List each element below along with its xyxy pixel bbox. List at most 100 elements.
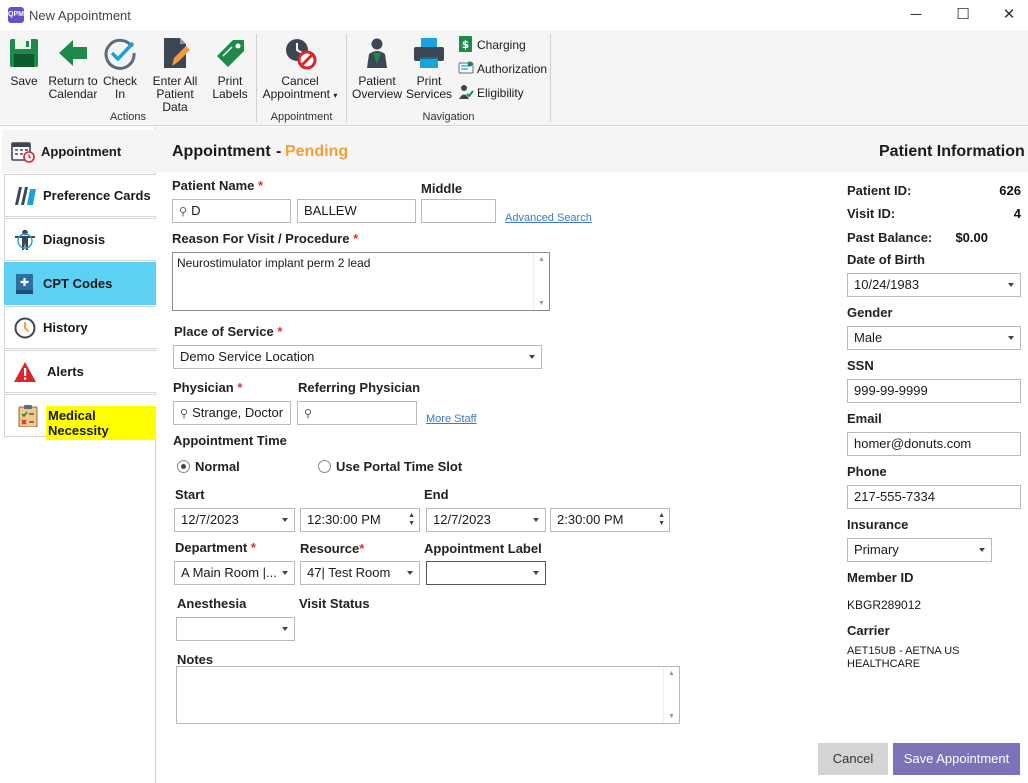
minimize-button[interactable]: ─ bbox=[894, 4, 938, 26]
check-in-button[interactable]: Check In bbox=[102, 36, 138, 101]
authorization-icon bbox=[458, 61, 474, 74]
authorization-label: Authorization bbox=[477, 62, 548, 76]
start-time-spinner[interactable]: 12:30:00 PM ▲ ▼ bbox=[300, 508, 420, 532]
patient-name-label-text: Patient Name bbox=[172, 178, 255, 193]
required-mark: * bbox=[258, 178, 264, 193]
print-labels-button[interactable]: Print Labels bbox=[210, 36, 250, 101]
place-of-service-select[interactable]: Demo Service Location bbox=[173, 345, 542, 369]
search-icon: ⚲ bbox=[180, 408, 189, 420]
portal-time-slot-label: Use Portal Time Slot bbox=[336, 459, 463, 474]
cancel-button[interactable]: Cancel bbox=[818, 743, 888, 775]
window-title: New Appointment bbox=[29, 8, 131, 23]
resource-select[interactable]: 47| Test Room bbox=[300, 561, 420, 585]
spinner-arrows-icon[interactable]: ▲ ▼ bbox=[658, 512, 665, 528]
anesthesia-select[interactable] bbox=[176, 617, 295, 641]
start-date-picker[interactable]: 12/7/2023 bbox=[174, 508, 295, 532]
reason-scrollbar[interactable]: ▲ ▼ bbox=[533, 253, 549, 310]
end-time-spinner[interactable]: 2:30:00 PM ▲ ▼ bbox=[550, 508, 670, 532]
maximize-button[interactable]: ☐ bbox=[941, 4, 985, 26]
sidebar-item-alerts[interactable]: Alerts bbox=[4, 350, 156, 393]
insurance-value: Primary bbox=[854, 542, 899, 557]
print-services-label-2: Services bbox=[405, 87, 452, 101]
check-in-label-2: In bbox=[114, 87, 125, 101]
notes-scrollbar[interactable]: ▲ ▼ bbox=[663, 667, 679, 723]
middle-label: Middle bbox=[421, 181, 463, 196]
visit-status-label: Visit Status bbox=[299, 596, 370, 611]
save-button[interactable]: Save bbox=[6, 36, 42, 88]
advanced-search-link[interactable]: Advanced Search bbox=[505, 212, 592, 224]
sidebar-item-medical-necessity[interactable]: Medical Necessity bbox=[4, 394, 156, 440]
page-title: Appointment bbox=[172, 143, 271, 160]
enter-all-patient-data-button[interactable]: Enter All Patient Data bbox=[143, 36, 207, 114]
patient-name-label: Patient Name * bbox=[172, 178, 263, 193]
tag-icon bbox=[217, 40, 244, 67]
required-mark: * bbox=[353, 231, 359, 246]
end-label: End bbox=[424, 487, 449, 502]
first-name-input[interactable]: ⚲ D bbox=[172, 199, 291, 223]
sidebar-item-appointment[interactable]: Appointment bbox=[2, 130, 158, 173]
physician-label-text: Physician bbox=[173, 380, 234, 395]
middle-name-input[interactable] bbox=[421, 199, 496, 223]
gender-select[interactable]: Male bbox=[847, 326, 1021, 350]
department-select[interactable]: A Main Room |... bbox=[174, 561, 295, 585]
ssn-label: SSN bbox=[847, 358, 874, 373]
print-services-button[interactable]: Print Services bbox=[405, 36, 453, 101]
scroll-down-icon: ▼ bbox=[538, 300, 545, 307]
patient-information-title: Patient Information bbox=[879, 143, 1025, 160]
cancel-appointment-button[interactable]: Cancel Appointment ▾ bbox=[262, 36, 338, 102]
chevron-down-icon bbox=[529, 355, 535, 359]
patient-icon bbox=[367, 38, 387, 68]
cancel-appointment-label-2: Appointment bbox=[262, 87, 331, 101]
portal-time-slot-radio[interactable] bbox=[318, 460, 331, 473]
place-of-service-label: Place of Service * bbox=[174, 324, 282, 339]
reason-label-text: Reason For Visit / Procedure bbox=[172, 231, 350, 246]
sidebar-item-diagnosis[interactable]: Diagnosis bbox=[4, 218, 156, 261]
sidebar-item-history[interactable]: History bbox=[4, 306, 156, 349]
title-bar bbox=[0, 0, 1028, 30]
reason-label: Reason For Visit / Procedure * bbox=[172, 231, 358, 246]
normal-radio[interactable] bbox=[177, 460, 190, 473]
chevron-down-icon bbox=[1008, 336, 1014, 340]
patient-overview-button[interactable]: Patient Overview bbox=[352, 36, 402, 101]
app-icon: QPM bbox=[8, 7, 24, 23]
scroll-down-icon: ▼ bbox=[668, 713, 675, 720]
referring-physician-input[interactable]: ⚲ bbox=[297, 401, 417, 425]
anesthesia-label: Anesthesia bbox=[177, 596, 247, 611]
sidebar-item-cpt-codes[interactable]: CPT Codes bbox=[4, 262, 156, 305]
reason-value: Neurostimulator implant perm 2 lead bbox=[177, 256, 371, 270]
reason-textarea[interactable]: Neurostimulator implant perm 2 lead ▲ ▼ bbox=[172, 252, 550, 311]
last-name-input[interactable]: BALLEW bbox=[297, 199, 416, 223]
sidebar-item-preference-cards[interactable]: Preference Cards bbox=[4, 174, 156, 217]
charging-button[interactable]: $ Charging bbox=[458, 35, 526, 55]
visit-id-label: Visit ID: bbox=[847, 206, 896, 221]
chevron-down-icon bbox=[407, 571, 413, 575]
eligibility-button[interactable]: Eligibility bbox=[458, 83, 524, 103]
resource-label: Resource* bbox=[300, 541, 364, 556]
ssn-input[interactable]: 999-99-9999 bbox=[847, 379, 1021, 403]
ribbon-separator bbox=[550, 34, 551, 122]
notes-textarea[interactable]: ▲ ▼ bbox=[176, 666, 680, 724]
carrier-value: AET15UB - AETNA US HEALTHCARE bbox=[847, 645, 960, 670]
close-window-button[interactable]: ✕ bbox=[987, 4, 1028, 26]
return-to-calendar-button[interactable]: Return to Calendar bbox=[46, 36, 100, 101]
past-balance-label: Past Balance: bbox=[847, 230, 933, 245]
dob-picker[interactable]: 10/24/1983 bbox=[847, 273, 1021, 297]
dob-value: 10/24/1983 bbox=[854, 277, 920, 292]
spinner-arrows-icon[interactable]: ▲ ▼ bbox=[408, 512, 415, 528]
insurance-select[interactable]: Primary bbox=[847, 538, 992, 562]
email-input[interactable]: homer@donuts.com bbox=[847, 432, 1021, 456]
print-labels-label-2: Labels bbox=[212, 87, 248, 101]
physician-input[interactable]: ⚲ Strange, Doctor bbox=[173, 401, 291, 425]
end-date-picker[interactable]: 12/7/2023 bbox=[426, 508, 546, 532]
document-edit-icon bbox=[164, 38, 190, 68]
eligibility-label: Eligibility bbox=[477, 86, 524, 100]
check-circle-icon bbox=[104, 38, 136, 70]
arrow-left-icon bbox=[59, 40, 87, 66]
authorization-button[interactable]: Authorization bbox=[458, 59, 547, 79]
appointment-label-select[interactable] bbox=[426, 561, 546, 585]
department-value: A Main Room |... bbox=[181, 565, 277, 580]
phone-input[interactable]: 217-555-7334 bbox=[847, 485, 1021, 509]
more-staff-link[interactable]: More Staff bbox=[426, 413, 477, 425]
sidebar-item-label: Medical Necessity bbox=[46, 406, 156, 440]
save-appointment-button[interactable]: Save Appointment bbox=[893, 743, 1020, 775]
